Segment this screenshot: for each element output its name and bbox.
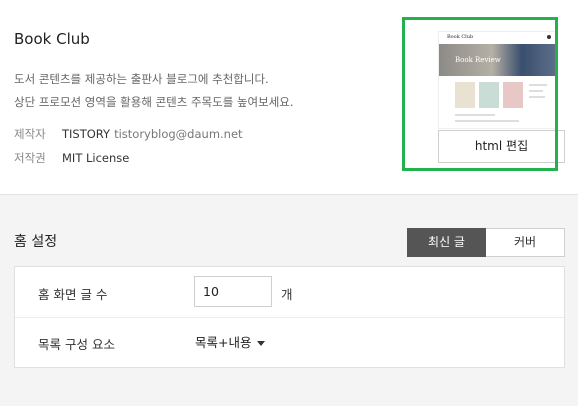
- skin-description-line: 상단 프로모션 영역을 활용해 콘텐츠 주목도를 높여보세요.: [14, 95, 294, 109]
- post-count-label: 홈 화면 글 수: [38, 287, 108, 302]
- highlight-frame: [402, 17, 558, 171]
- license-label: 저작권: [14, 151, 46, 165]
- post-count-unit: 개: [281, 287, 293, 302]
- list-component-select[interactable]: 목록+내용: [195, 332, 266, 351]
- tab-cover[interactable]: 커버: [486, 228, 565, 257]
- tab-latest-posts[interactable]: 최신 글: [407, 228, 486, 257]
- divider: [15, 317, 564, 318]
- post-count-input[interactable]: [194, 276, 272, 307]
- author-row: 제작자 TISTORY tistoryblog@daum.net: [14, 126, 243, 142]
- list-component-value: 목록+내용: [195, 335, 252, 350]
- license-row: 저작권 MIT License: [14, 150, 129, 166]
- skin-title: Book Club: [14, 30, 90, 48]
- skin-description-line: 도서 콘텐츠를 제공하는 출판사 블로그에 추천합니다.: [14, 72, 269, 86]
- skin-description: 도서 콘텐츠를 제공하는 출판사 블로그에 추천합니다. 상단 프로모션 영역을…: [14, 68, 344, 114]
- list-component-label: 목록 구성 요소: [38, 337, 115, 352]
- license-value: MIT License: [62, 151, 130, 165]
- author-name: TISTORY: [62, 127, 111, 141]
- home-settings-box: 홈 화면 글 수 개 목록 구성 요소 목록+내용: [14, 266, 565, 368]
- caret-down-icon: [257, 341, 266, 346]
- author-email: tistoryblog@daum.net: [114, 127, 243, 141]
- home-mode-tabs: 최신 글 커버: [407, 228, 565, 257]
- author-label: 제작자: [14, 127, 46, 141]
- home-settings-title: 홈 설정: [14, 234, 58, 250]
- skin-info-panel: Book Club 도서 콘텐츠를 제공하는 출판사 블로그에 추천합니다. 상…: [0, 0, 578, 195]
